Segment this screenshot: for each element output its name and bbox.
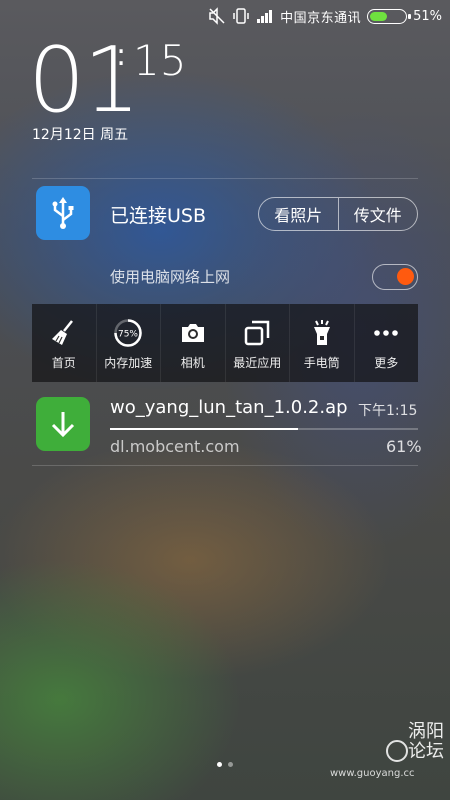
download-host: dl.mobcent.com bbox=[110, 437, 240, 456]
pc-network-toggle[interactable] bbox=[372, 264, 418, 290]
quick-tile-memory[interactable]: 75% 内存加速 bbox=[97, 304, 161, 382]
quick-tile-label: 相机 bbox=[180, 356, 205, 370]
quick-settings-bar: 首页 75% 内存加速 相机 最近应用 手电筒 更多 bbox=[32, 304, 418, 382]
mute-icon bbox=[208, 7, 226, 25]
quick-tile-home[interactable]: 首页 bbox=[32, 304, 97, 382]
quick-tile-camera[interactable]: 相机 bbox=[161, 304, 226, 382]
download-progress-fill bbox=[110, 428, 298, 430]
battery-percent: 51% bbox=[413, 8, 442, 24]
quick-tile-label: 首页 bbox=[51, 356, 76, 370]
usb-mode-buttons: 看照片 传文件 bbox=[258, 197, 418, 231]
page-dot bbox=[228, 762, 233, 767]
usb-notification-title: 已连接USB bbox=[110, 205, 207, 227]
memory-gauge-icon: 75% bbox=[113, 318, 143, 348]
camera-icon bbox=[178, 318, 208, 348]
flashlight-icon bbox=[307, 318, 337, 348]
vibrate-icon bbox=[232, 7, 250, 25]
download-percent: 61% bbox=[386, 437, 422, 456]
quick-tile-recent-apps[interactable]: 最近应用 bbox=[226, 304, 290, 382]
divider bbox=[32, 178, 418, 179]
clock-minutes: 15 bbox=[133, 36, 187, 85]
signal-icon bbox=[256, 7, 274, 25]
date-label: 12月12日 周五 bbox=[32, 127, 129, 143]
page-dot-active bbox=[217, 762, 222, 767]
carrier-name: 中国京东通讯 bbox=[280, 10, 362, 26]
more-icon bbox=[371, 318, 401, 348]
memory-value: 75% bbox=[118, 330, 138, 340]
quick-tile-more[interactable]: 更多 bbox=[355, 304, 419, 382]
view-photos-button[interactable]: 看照片 bbox=[259, 198, 338, 230]
download-file-name: wo_yang_lun_tan_1.0.2.apk bbox=[110, 397, 348, 418]
clock-colon: : bbox=[116, 38, 127, 73]
quick-tile-flashlight[interactable]: 手电筒 bbox=[290, 304, 355, 382]
page-indicator bbox=[217, 762, 233, 767]
quick-tile-label: 最近应用 bbox=[233, 356, 282, 370]
download-arrow-icon[interactable] bbox=[36, 397, 90, 451]
quick-tile-label: 内存加速 bbox=[104, 356, 153, 370]
watermark-url: www.guoyang.cc bbox=[330, 768, 415, 779]
watermark-title: 涡阳论坛 bbox=[408, 721, 444, 762]
pc-network-label: 使用电脑网络上网 bbox=[110, 268, 231, 286]
divider bbox=[32, 465, 418, 466]
quick-tile-label: 手电筒 bbox=[303, 356, 340, 370]
recent-apps-icon bbox=[242, 318, 272, 348]
battery-icon bbox=[367, 8, 412, 24]
quick-tile-label: 更多 bbox=[374, 356, 399, 370]
broom-icon bbox=[49, 318, 79, 348]
toggle-knob bbox=[397, 268, 414, 285]
download-progress-bar bbox=[110, 428, 418, 430]
download-time: 下午1:15 bbox=[358, 403, 418, 419]
watermark-logo-icon bbox=[386, 740, 408, 762]
transfer-files-button[interactable]: 传文件 bbox=[337, 198, 418, 230]
usb-icon[interactable] bbox=[36, 186, 90, 240]
